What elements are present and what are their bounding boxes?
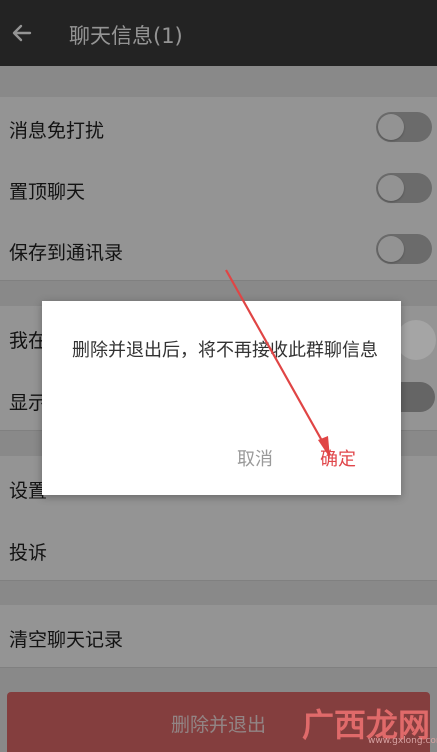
dialog-message: 删除并退出后，将不再接收此群聊信息 [72,340,378,361]
confirm-button[interactable]: 确定 [320,445,356,471]
confirm-dialog: 删除并退出后，将不再接收此群聊信息 取消 确定 [42,301,401,495]
cancel-button[interactable]: 取消 [237,445,273,471]
partial-toggle-knob [396,320,436,360]
site-watermark: 广西龙网 www.gxlong.com [300,700,437,748]
watermark-url: www.gxlong.com [368,736,437,746]
